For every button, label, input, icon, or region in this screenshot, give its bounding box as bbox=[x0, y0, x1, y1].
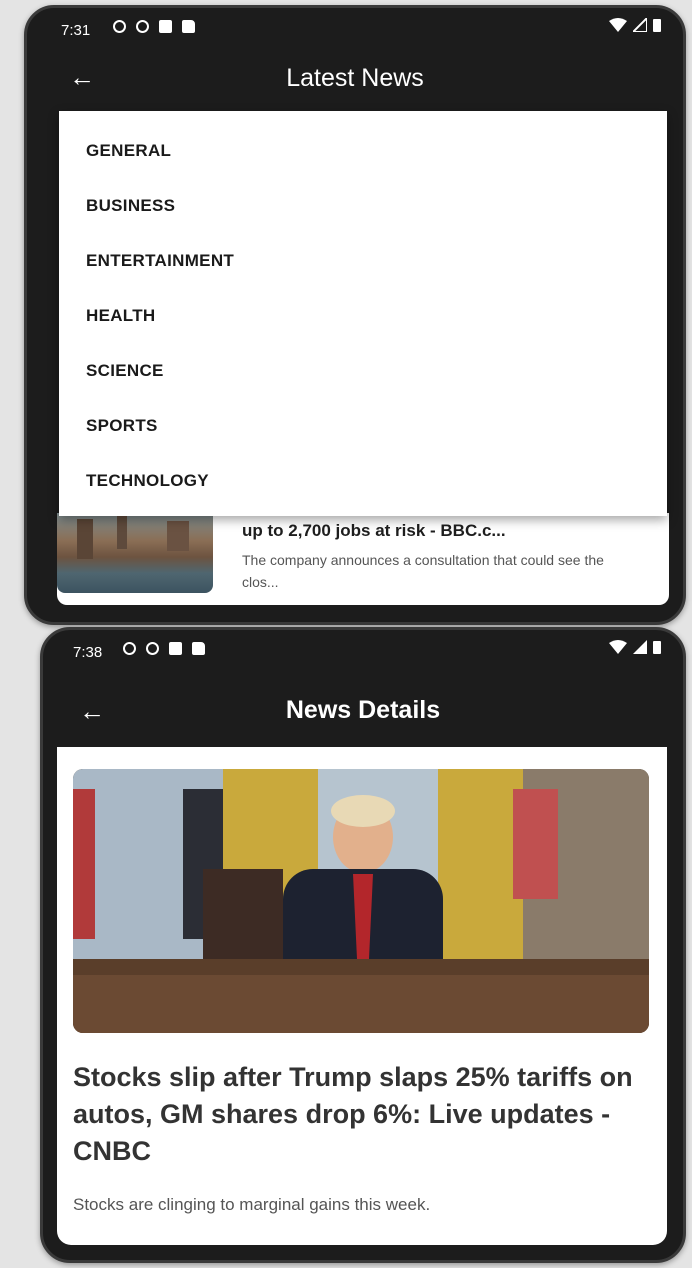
battery-icon bbox=[653, 641, 661, 654]
article-photo-illustration bbox=[73, 769, 649, 1033]
news-item-description: The company announces a consultation tha… bbox=[242, 552, 604, 590]
menu-item-business[interactable]: BUSINESS bbox=[86, 196, 175, 216]
signal-icon bbox=[633, 18, 647, 32]
article-title: Stocks slip after Trump slaps 25% tariff… bbox=[73, 1062, 633, 1166]
sim-status-icon bbox=[182, 20, 195, 33]
article-description: Stocks are clinging to marginal gains th… bbox=[73, 1195, 431, 1214]
menu-item-general[interactable]: GENERAL bbox=[86, 141, 171, 161]
menu-item-science[interactable]: SCIENCE bbox=[86, 361, 164, 381]
status-bar: 7:38 bbox=[43, 630, 683, 670]
dnd-status-icon bbox=[136, 20, 149, 33]
status-bar: 7:31 bbox=[27, 8, 683, 48]
wifi-icon bbox=[609, 18, 627, 32]
dnd-status-icon bbox=[146, 642, 159, 655]
menu-item-health[interactable]: HEALTH bbox=[86, 306, 155, 326]
notification-status-icon bbox=[169, 642, 182, 655]
sim-status-icon bbox=[192, 642, 205, 655]
page-title: Latest News bbox=[286, 64, 424, 92]
status-time: 7:38 bbox=[73, 644, 103, 661]
page-title: News Details bbox=[285, 696, 441, 724]
phone-screen-latest-news: 7:31 ← Latest News up to 2,700 jobs at r… bbox=[24, 5, 686, 625]
category-dropdown-menu: GENERAL BUSINESS ENTERTAINMENT HEALTH SC… bbox=[59, 111, 667, 516]
news-item-title: up to 2,700 jobs at risk - BBC.c... bbox=[242, 521, 506, 540]
menu-item-sports[interactable]: SPORTS bbox=[86, 416, 158, 436]
settings-status-icon bbox=[113, 20, 126, 33]
news-list-item[interactable]: up to 2,700 jobs at risk - BBC.c... The … bbox=[57, 513, 669, 605]
signal-icon bbox=[633, 640, 647, 654]
menu-item-technology[interactable]: TECHNOLOGY bbox=[86, 471, 209, 491]
notification-status-icon bbox=[159, 20, 172, 33]
settings-status-icon bbox=[123, 642, 136, 655]
battery-icon bbox=[653, 19, 661, 32]
app-bar: ← Latest News bbox=[27, 50, 683, 106]
article-image bbox=[73, 769, 649, 1033]
menu-item-entertainment[interactable]: ENTERTAINMENT bbox=[86, 251, 234, 271]
app-bar: ← News Details bbox=[43, 682, 683, 738]
status-time: 7:31 bbox=[61, 22, 91, 39]
news-thumbnail bbox=[57, 513, 213, 593]
phone-screen-news-details: 7:38 ← News Details Stocks slip after Tr… bbox=[40, 627, 686, 1263]
article-content: Stocks slip after Trump slaps 25% tariff… bbox=[57, 747, 667, 1245]
wifi-icon bbox=[609, 640, 627, 654]
